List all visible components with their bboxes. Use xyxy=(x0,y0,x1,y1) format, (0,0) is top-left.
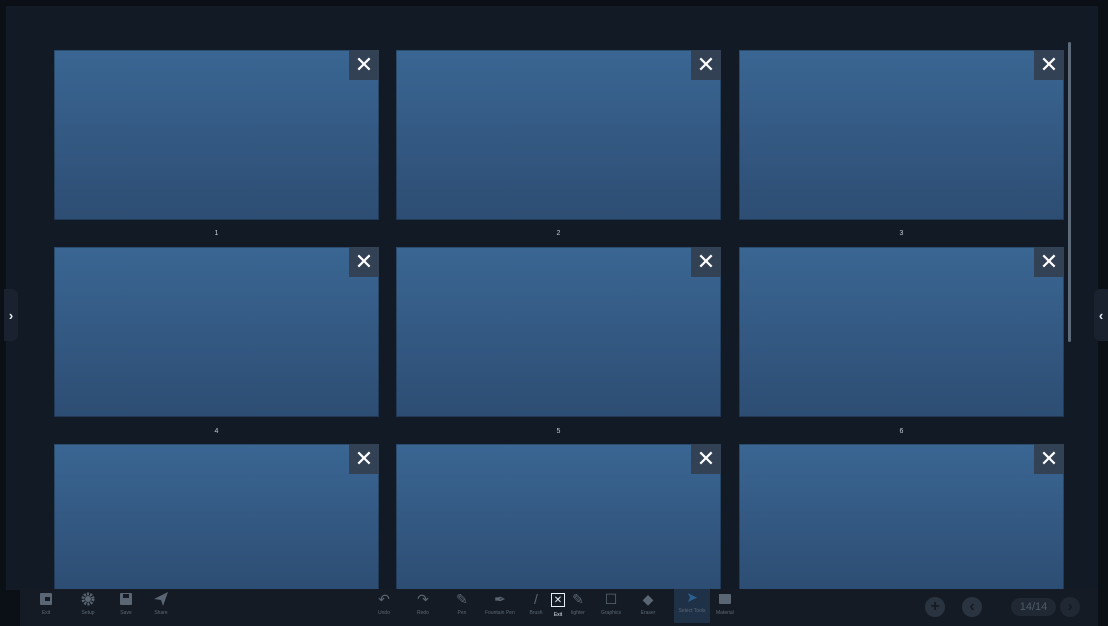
page-thumbnail[interactable]: ✕ xyxy=(739,50,1064,220)
close-icon[interactable]: ✕ xyxy=(1034,444,1064,474)
pen-icon: ✎ xyxy=(456,590,468,607)
highlighter-icon: ✎ xyxy=(572,590,584,607)
select-tools-button[interactable]: ➤ Select Tools xyxy=(674,589,710,623)
cursor-icon: ➤ xyxy=(686,588,698,605)
material-button[interactable]: Material xyxy=(716,591,734,616)
brush-icon: / xyxy=(534,591,538,607)
page-number: 1 xyxy=(214,230,219,237)
brush-button[interactable]: / Brush xyxy=(528,591,544,616)
page-thumbnail[interactable]: ✕ xyxy=(739,247,1064,417)
page-number: 6 xyxy=(899,428,904,435)
fountain-pen-button[interactable]: ✒ Fountain Pen xyxy=(485,590,515,617)
close-icon: ✕ xyxy=(551,593,565,607)
graphics-button[interactable]: ☐ Graphics xyxy=(601,590,622,617)
page-number: 5 xyxy=(556,428,561,435)
undo-icon: ↶ xyxy=(378,590,390,607)
brush-label: Brush xyxy=(529,610,543,616)
undo-label: Undo xyxy=(378,610,390,616)
share-button[interactable]: Share xyxy=(153,591,169,616)
page-thumbnail[interactable]: ✕ xyxy=(739,444,1064,590)
redo-icon: ↷ xyxy=(417,590,429,607)
close-icon[interactable]: ✕ xyxy=(691,50,721,80)
close-icon[interactable]: ✕ xyxy=(349,444,379,474)
pen-label: Pen xyxy=(457,610,467,616)
exit-tool-button[interactable]: ✕ Exit xyxy=(549,591,567,618)
save-label: Save xyxy=(120,610,132,616)
page-thumbnail[interactable]: ✕ xyxy=(54,247,379,417)
page-number: 2 xyxy=(556,230,561,237)
plus-circle-icon[interactable]: + xyxy=(925,597,945,617)
page-number: 4 xyxy=(214,428,219,435)
setup-label: Setup xyxy=(81,610,95,616)
close-icon[interactable]: ✕ xyxy=(1034,247,1064,277)
page-thumbnail[interactable]: ✕ xyxy=(396,247,721,417)
right-panel-toggle[interactable]: ‹ xyxy=(1094,289,1108,341)
page-thumbnail[interactable]: ✕ xyxy=(396,50,721,220)
scrollbar[interactable] xyxy=(1068,42,1071,342)
highlighter-button[interactable]: ✎ lighter xyxy=(570,590,586,617)
bottom-toolbar: Exit Setup Save Share ↶ Undo ↷ Redo ✎ Pe… xyxy=(20,589,1098,626)
page-number: 3 xyxy=(899,230,904,237)
select-tools-label: Select Tools xyxy=(678,608,706,614)
close-icon[interactable]: ✕ xyxy=(349,247,379,277)
graphics-label: Graphics xyxy=(601,610,622,616)
pen-button[interactable]: ✎ Pen xyxy=(454,590,470,617)
exit-icon xyxy=(38,591,54,607)
eraser-button[interactable]: ◆ Eraser xyxy=(640,590,656,617)
redo-label: Redo xyxy=(417,610,429,616)
eraser-icon: ◆ xyxy=(642,590,654,607)
fountain-pen-label: Fountain Pen xyxy=(485,610,515,616)
folder-icon xyxy=(717,591,733,607)
setup-button[interactable]: Setup xyxy=(80,591,96,616)
close-icon[interactable]: ✕ xyxy=(691,444,721,474)
eraser-label: Eraser xyxy=(640,610,656,616)
undo-button[interactable]: ↶ Undo xyxy=(376,590,392,617)
page-thumbnail[interactable]: ✕ xyxy=(54,444,379,590)
page-indicator: 14/14 xyxy=(1011,598,1056,616)
redo-button[interactable]: ↷ Redo xyxy=(415,590,431,617)
gear-icon xyxy=(80,591,96,607)
exit-tool-label: Exit xyxy=(553,612,563,618)
share-label: Share xyxy=(154,610,168,616)
exit-label: Exit xyxy=(41,610,51,616)
close-icon[interactable]: ✕ xyxy=(691,247,721,277)
close-icon[interactable]: ✕ xyxy=(349,50,379,80)
close-icon[interactable]: ✕ xyxy=(1034,50,1064,80)
save-button[interactable]: Save xyxy=(118,591,134,616)
square-icon: ☐ xyxy=(604,590,618,607)
arrow-right-circle-icon[interactable]: › xyxy=(1060,597,1080,617)
page-thumbnail[interactable]: ✕ xyxy=(396,444,721,590)
arrow-left-circle-icon[interactable]: ‹ xyxy=(962,597,982,617)
left-panel-toggle[interactable]: › xyxy=(4,289,18,341)
save-icon xyxy=(118,591,134,607)
material-label: Material xyxy=(716,610,734,616)
highlighter-label: lighter xyxy=(571,610,585,616)
page-thumbnail[interactable]: ✕ xyxy=(54,50,379,220)
share-icon xyxy=(153,591,169,607)
fountain-pen-icon: ✒ xyxy=(494,590,506,607)
exit-button[interactable]: Exit xyxy=(38,591,54,616)
